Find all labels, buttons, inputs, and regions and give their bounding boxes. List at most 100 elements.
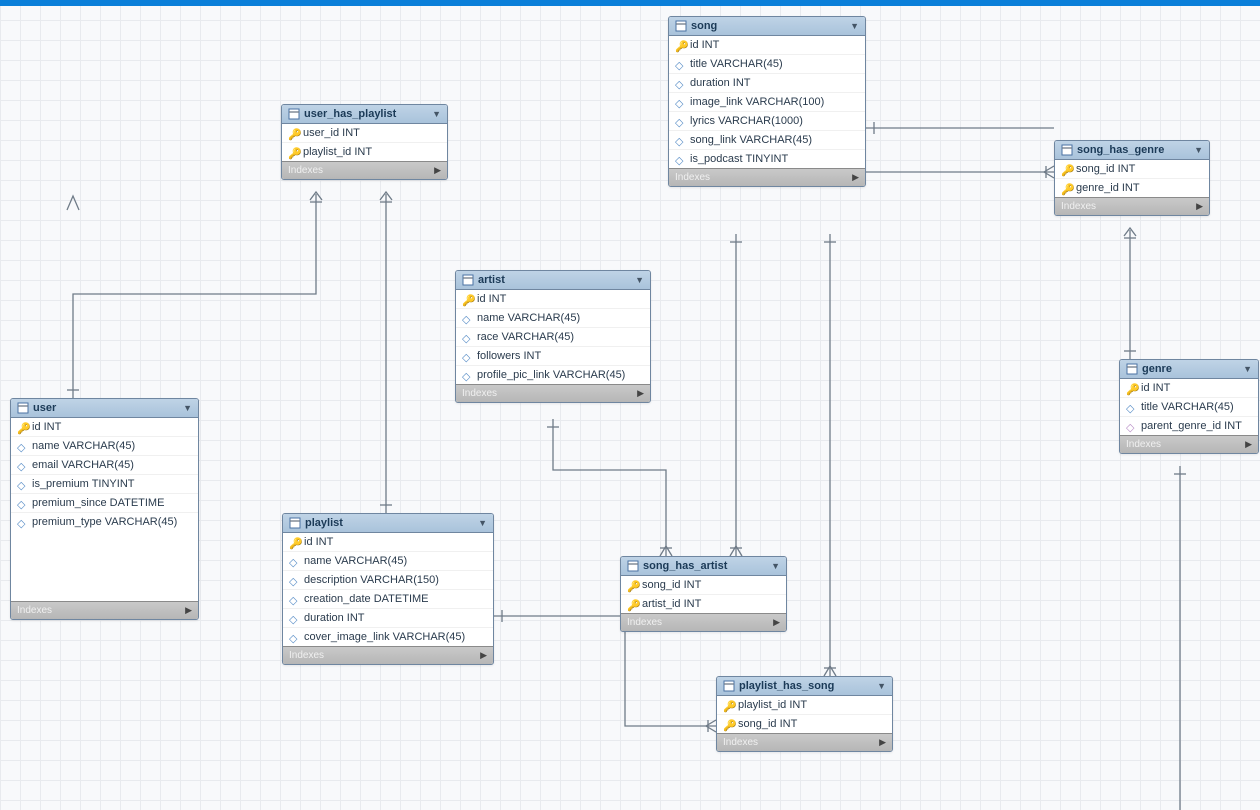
table-column[interactable]: ◇duration INT xyxy=(283,608,493,627)
table-column[interactable]: ◇image_link VARCHAR(100) xyxy=(669,92,865,111)
table-column[interactable]: 🔑id INT xyxy=(669,36,865,54)
diamond-icon: ◇ xyxy=(17,517,27,527)
diamond-icon: ◇ xyxy=(675,59,685,69)
chevron-right-icon: ▶ xyxy=(1196,201,1203,212)
table-header[interactable]: song_has_artist ▼ xyxy=(621,557,786,576)
diamond-icon: ◇ xyxy=(289,556,299,566)
table-column[interactable]: ◇title VARCHAR(45) xyxy=(669,54,865,73)
table-header[interactable]: artist ▼ xyxy=(456,271,650,290)
table-header[interactable]: song_has_genre ▼ xyxy=(1055,141,1209,160)
table-column[interactable]: 🔑id INT xyxy=(456,290,650,308)
fk-icon: 🔑 xyxy=(723,719,733,729)
chevron-down-icon[interactable]: ▼ xyxy=(771,561,780,571)
indexes-section[interactable]: Indexes▶ xyxy=(456,384,650,402)
table-header[interactable]: user ▼ xyxy=(11,399,198,418)
table-column[interactable]: ◇is_premium TINYINT xyxy=(11,474,198,493)
table-header[interactable]: playlist_has_song ▼ xyxy=(717,677,892,696)
table-column[interactable]: ◇duration INT xyxy=(669,73,865,92)
table-header[interactable]: song ▼ xyxy=(669,17,865,36)
indexes-section[interactable]: Indexes▶ xyxy=(621,613,786,631)
table-column[interactable]: 🔑id INT xyxy=(283,533,493,551)
table-title: playlist_has_song xyxy=(739,680,873,692)
table-column[interactable]: ◇creation_date DATETIME xyxy=(283,589,493,608)
table-column[interactable]: ◇email VARCHAR(45) xyxy=(11,455,198,474)
table-column[interactable]: ◇parent_genre_id INT xyxy=(1120,416,1258,435)
table-column[interactable]: 🔑song_id INT xyxy=(621,576,786,594)
table-song-has-genre[interactable]: song_has_genre ▼ 🔑song_id INT 🔑genre_id … xyxy=(1054,140,1210,216)
table-column[interactable]: 🔑user_id INT xyxy=(282,124,447,142)
table-column[interactable]: 🔑id INT xyxy=(11,418,198,436)
chevron-down-icon[interactable]: ▼ xyxy=(1243,364,1252,374)
table-icon xyxy=(1126,363,1138,375)
table-column[interactable]: ◇followers INT xyxy=(456,346,650,365)
field-list: 🔑id INT ◇name VARCHAR(45) ◇description V… xyxy=(283,533,493,646)
field-list: 🔑song_id INT 🔑artist_id INT xyxy=(621,576,786,613)
indexes-section[interactable]: Indexes▶ xyxy=(1120,435,1258,453)
table-column[interactable]: ◇description VARCHAR(150) xyxy=(283,570,493,589)
table-song-has-artist[interactable]: song_has_artist ▼ 🔑song_id INT 🔑artist_i… xyxy=(620,556,787,632)
chevron-down-icon[interactable]: ▼ xyxy=(432,109,441,119)
fk-icon: 🔑 xyxy=(1061,164,1071,174)
table-icon xyxy=(1061,144,1073,156)
table-icon xyxy=(289,517,301,529)
diamond-icon: ◇ xyxy=(675,135,685,145)
chevron-down-icon[interactable]: ▼ xyxy=(183,403,192,413)
field-list: 🔑user_id INT 🔑playlist_id INT xyxy=(282,124,447,161)
table-column[interactable]: 🔑song_id INT xyxy=(1055,160,1209,178)
diamond-icon: ◇ xyxy=(462,332,472,342)
table-column[interactable]: 🔑song_id INT xyxy=(717,714,892,733)
table-header[interactable]: playlist ▼ xyxy=(283,514,493,533)
indexes-section[interactable]: Indexes▶ xyxy=(717,733,892,751)
table-user-has-playlist[interactable]: user_has_playlist ▼ 🔑user_id INT 🔑playli… xyxy=(281,104,448,180)
key-icon: 🔑 xyxy=(1126,383,1136,393)
table-column[interactable]: ◇name VARCHAR(45) xyxy=(456,308,650,327)
field-list: 🔑id INT ◇title VARCHAR(45) ◇parent_genre… xyxy=(1120,379,1258,435)
key-icon: 🔑 xyxy=(675,40,685,50)
table-song[interactable]: song ▼ 🔑id INT ◇title VARCHAR(45) ◇durat… xyxy=(668,16,866,187)
er-canvas[interactable]: user ▼ 🔑id INT ◇name VARCHAR(45) ◇email … xyxy=(0,0,1260,810)
table-column[interactable]: ◇race VARCHAR(45) xyxy=(456,327,650,346)
table-column[interactable]: ◇song_link VARCHAR(45) xyxy=(669,130,865,149)
table-playlist-has-song[interactable]: playlist_has_song ▼ 🔑playlist_id INT 🔑so… xyxy=(716,676,893,752)
table-column[interactable]: 🔑playlist_id INT xyxy=(717,696,892,714)
table-column[interactable]: ◇profile_pic_link VARCHAR(45) xyxy=(456,365,650,384)
table-genre[interactable]: genre ▼ 🔑id INT ◇title VARCHAR(45) ◇pare… xyxy=(1119,359,1259,454)
chevron-down-icon[interactable]: ▼ xyxy=(850,21,859,31)
table-column[interactable]: ◇lyrics VARCHAR(1000) xyxy=(669,111,865,130)
chevron-down-icon[interactable]: ▼ xyxy=(478,518,487,528)
chevron-down-icon[interactable]: ▼ xyxy=(1194,145,1203,155)
table-artist[interactable]: artist ▼ 🔑id INT ◇name VARCHAR(45) ◇race… xyxy=(455,270,651,403)
table-column[interactable]: ◇premium_type VARCHAR(45) xyxy=(11,512,198,531)
table-column[interactable]: ◇cover_image_link VARCHAR(45) xyxy=(283,627,493,646)
diamond-open-icon: ◇ xyxy=(1126,421,1136,431)
table-column[interactable]: ◇is_podcast TINYINT xyxy=(669,149,865,168)
table-icon xyxy=(17,402,29,414)
diamond-icon: ◇ xyxy=(289,594,299,604)
chevron-down-icon[interactable]: ▼ xyxy=(635,275,644,285)
table-title: artist xyxy=(478,274,631,286)
table-playlist[interactable]: playlist ▼ 🔑id INT ◇name VARCHAR(45) ◇de… xyxy=(282,513,494,665)
table-column[interactable]: 🔑playlist_id INT xyxy=(282,142,447,161)
table-column[interactable]: 🔑artist_id INT xyxy=(621,594,786,613)
table-column[interactable]: ◇premium_since DATETIME xyxy=(11,493,198,512)
indexes-section[interactable]: Indexes▶ xyxy=(1055,197,1209,215)
diamond-icon: ◇ xyxy=(289,613,299,623)
table-column[interactable]: ◇name VARCHAR(45) xyxy=(11,436,198,455)
chevron-right-icon: ▶ xyxy=(879,737,886,748)
indexes-section[interactable]: Indexes▶ xyxy=(669,168,865,186)
table-header[interactable]: genre ▼ xyxy=(1120,360,1258,379)
indexes-section[interactable]: Indexes▶ xyxy=(283,646,493,664)
table-column[interactable]: 🔑genre_id INT xyxy=(1055,178,1209,197)
indexes-section[interactable]: Indexes▶ xyxy=(282,161,447,179)
diamond-icon: ◇ xyxy=(289,632,299,642)
table-header[interactable]: user_has_playlist ▼ xyxy=(282,105,447,124)
table-column[interactable]: 🔑id INT xyxy=(1120,379,1258,397)
table-title: song_has_artist xyxy=(643,560,767,572)
table-column[interactable]: ◇title VARCHAR(45) xyxy=(1120,397,1258,416)
table-user[interactable]: user ▼ 🔑id INT ◇name VARCHAR(45) ◇email … xyxy=(10,398,199,620)
table-column[interactable]: ◇name VARCHAR(45) xyxy=(283,551,493,570)
chevron-down-icon[interactable]: ▼ xyxy=(877,681,886,691)
key-icon: 🔑 xyxy=(462,294,472,304)
chevron-right-icon: ▶ xyxy=(637,388,644,399)
indexes-section[interactable]: Indexes▶ xyxy=(11,601,198,619)
